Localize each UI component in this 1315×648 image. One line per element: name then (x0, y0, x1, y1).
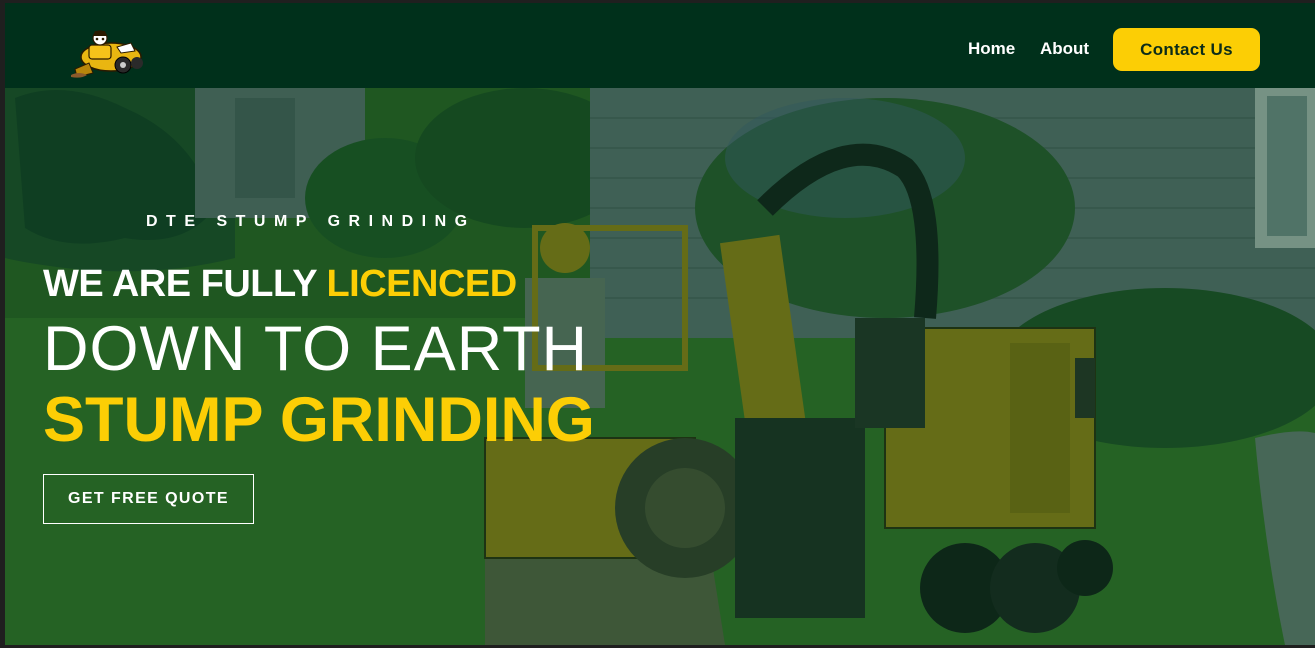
hero-title-stump-grinding: STUMP GRINDING (43, 385, 595, 455)
hero-line1-prefix: WE ARE FULLY (43, 263, 317, 305)
hero-section: DTE STUMP GRINDING WE ARE FULLY LICENCED… (5, 88, 1315, 645)
logo-icon[interactable] (67, 27, 147, 83)
contact-us-button[interactable]: Contact Us (1113, 28, 1260, 71)
hero-line-licenced: WE ARE FULLY LICENCED (43, 263, 517, 306)
hero-title-down-to-earth: DOWN TO EARTH (43, 314, 589, 384)
nav-about-link[interactable]: About (1040, 39, 1089, 59)
page-frame: Home About Contact Us DTE STUMP GRINDING… (5, 3, 1315, 645)
hero-kicker: DTE STUMP GRINDING (146, 213, 476, 230)
nav-home-link[interactable]: Home (968, 39, 1015, 59)
get-free-quote-button[interactable]: GET FREE QUOTE (43, 474, 254, 524)
site-header: Home About Contact Us (5, 3, 1315, 88)
hero-line1-highlight: LICENCED (326, 263, 517, 305)
